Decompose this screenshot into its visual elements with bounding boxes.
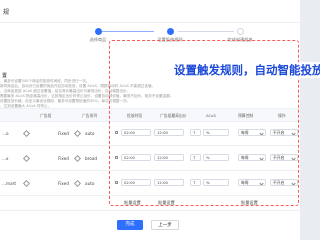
row-type: Fixed [58,156,69,161]
edit-icon[interactable] [73,129,82,138]
row-name: ...mart [2,181,17,186]
step-2-dot [166,28,174,35]
step-1-dot [94,28,102,35]
top-bar: 规 [0,0,300,23]
row-type: Fixed [58,131,69,136]
section-title: 置 [2,73,8,79]
edit-icon[interactable] [73,179,82,188]
row-status: auto [85,181,95,186]
row-status: broad [85,156,98,161]
previous-step-button[interactable]: 上一步 [151,220,179,230]
footer-actions: 完成 上一步 [0,214,300,240]
edit-icon[interactable] [22,179,31,188]
step-3-dot [236,28,244,35]
row-name: ...o [2,131,9,136]
col-campaign: 广告系列 [82,113,98,118]
finish-button[interactable]: 完成 [117,220,143,230]
promo-overlay-text: 设置触发规则，自动智能投放 [172,62,320,78]
row-status: auto [85,131,95,136]
edit-icon[interactable] [22,129,31,138]
edit-icon[interactable] [73,154,82,163]
col-ad-group: 广告组 [40,113,52,118]
breadcrumb: 规 [3,9,10,16]
edit-icon[interactable] [22,154,31,163]
row-name: ...x [2,156,9,161]
page-root: 规 选择商品 设置投放规则 完成创建投放 置 ，最多可设置300个商品的投放时间… [0,0,320,240]
row-type: Fixed [58,181,69,186]
